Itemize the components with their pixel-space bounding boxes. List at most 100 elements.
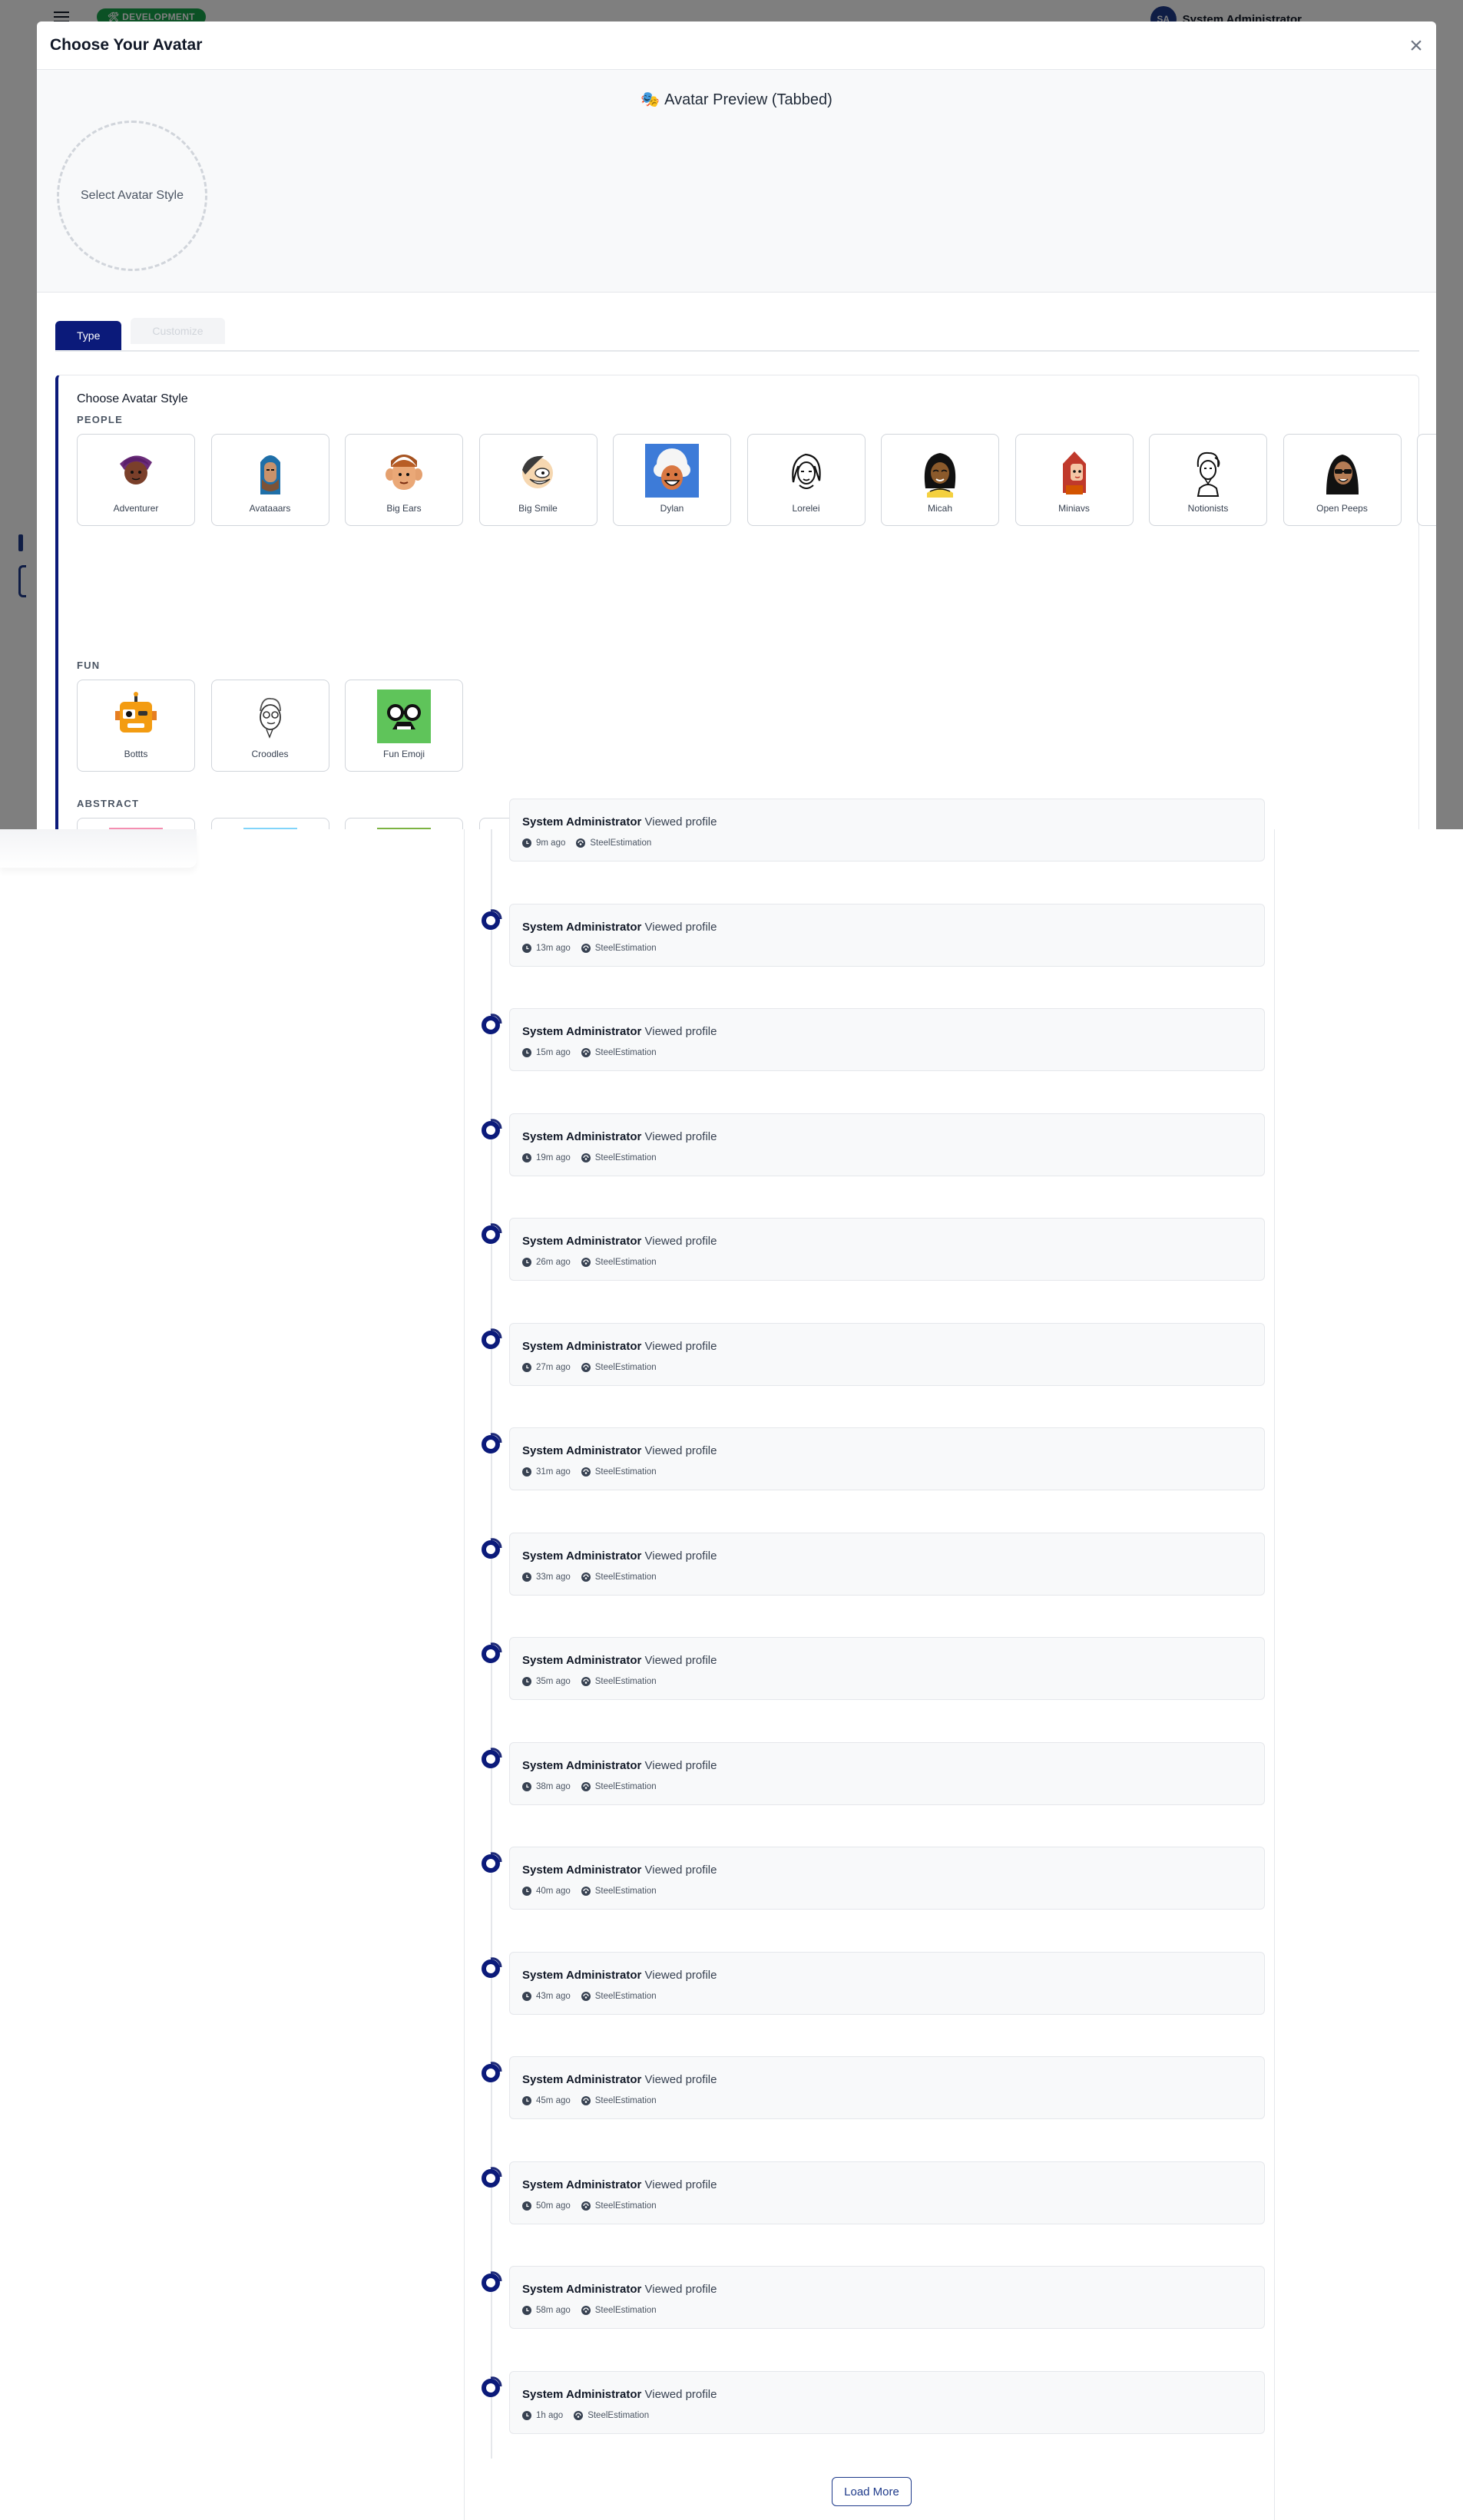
activity-action: Viewed profile bbox=[644, 2283, 717, 2296]
avatar-tabs: Type Customize bbox=[55, 318, 1419, 352]
activity-user: System Administrator bbox=[522, 2073, 642, 2086]
activity-org: SteelEstimation bbox=[594, 1467, 657, 1477]
activity-meta: 31m ago SteelEstimation bbox=[522, 1467, 657, 1477]
activity-action: Viewed profile bbox=[644, 1444, 717, 1457]
avatar-style-card-lorelei[interactable]: Lorelei bbox=[746, 434, 866, 526]
avatar-style-card-big-smile[interactable]: Big Smile bbox=[478, 434, 597, 526]
activity-time: 58m ago bbox=[536, 2306, 571, 2315]
activity-headline: System Administrator Viewed profile bbox=[522, 1549, 717, 1563]
avatar-style-name: Adventurer bbox=[113, 503, 159, 514]
avatar-style-name: Open Peeps bbox=[1316, 503, 1368, 514]
modal-title: Choose Your Avatar bbox=[50, 36, 203, 54]
avatar-style-name: Notionists bbox=[1187, 503, 1229, 514]
panel-title: Choose Avatar Style bbox=[77, 392, 188, 405]
category-label-abstract: ABSTRACT bbox=[77, 798, 140, 809]
activity-time: 19m ago bbox=[536, 1153, 571, 1162]
activity-action: Viewed profile bbox=[644, 1968, 717, 1982]
activity-card: System Administrator Viewed profile 38m a… bbox=[509, 1741, 1265, 1805]
avatar-style-name: Big Smile bbox=[518, 503, 558, 514]
activity-meta: 38m ago SteelEstimation bbox=[522, 1781, 657, 1791]
activity-user: System Administrator bbox=[522, 1758, 642, 1772]
modal-header: Choose Your Avatar × bbox=[37, 21, 1436, 70]
open-peeps-avatar-icon bbox=[1316, 444, 1369, 498]
activity-user: System Administrator bbox=[522, 1129, 642, 1143]
timeline-dot-icon bbox=[480, 1956, 503, 1979]
organization-icon bbox=[581, 943, 591, 953]
activity-action: Viewed profile bbox=[644, 2073, 717, 2086]
avatar-style-card-personas[interactable]: Personas bbox=[1417, 434, 1436, 526]
activity-user: System Administrator bbox=[522, 920, 642, 934]
organization-icon bbox=[581, 1572, 591, 1582]
activity-time: 40m ago bbox=[536, 1887, 571, 1896]
avatar-style-card-avataaars[interactable]: Avataaars bbox=[210, 434, 329, 526]
load-more-button[interactable]: Load More bbox=[832, 2477, 912, 2506]
activity-org: SteelEstimation bbox=[594, 1991, 657, 2001]
activity-card: System Administrator Viewed profile 33m a… bbox=[509, 1532, 1265, 1596]
avatar-style-card-adventurer[interactable]: Adventurer bbox=[77, 434, 195, 526]
clock-icon bbox=[522, 838, 531, 848]
activity-org: SteelEstimation bbox=[594, 1153, 657, 1162]
activity-card: System Administrator Viewed profile 19m a… bbox=[509, 1113, 1265, 1176]
activity-headline: System Administrator Viewed profile bbox=[522, 1235, 717, 1248]
avatar-style-card-bottts[interactable]: Bottts bbox=[77, 680, 195, 772]
micah-avatar-icon bbox=[913, 444, 967, 498]
activity-action: Viewed profile bbox=[644, 1864, 717, 1877]
preview-title: 🎭 Avatar Preview (Tabbed) bbox=[37, 90, 1436, 109]
activity-headline: System Administrator Viewed profile bbox=[522, 1130, 717, 1143]
avatar-style-card-dylan[interactable]: Dylan bbox=[613, 434, 731, 526]
tab-type[interactable]: Type bbox=[55, 321, 122, 350]
activity-card: System Administrator Viewed profile 9m ag… bbox=[509, 799, 1265, 861]
avatar-style-card-miniavs[interactable]: Miniavs bbox=[1015, 434, 1134, 526]
avatar-style-panel: Choose Avatar Style PEOPLE FUN ABSTRACT … bbox=[55, 375, 1436, 829]
organization-icon bbox=[581, 1467, 591, 1477]
abstract-avatar-icon bbox=[243, 828, 297, 829]
avatar-style-card[interactable] bbox=[210, 818, 329, 829]
close-button[interactable]: × bbox=[1405, 35, 1427, 58]
organization-icon bbox=[581, 1781, 591, 1791]
activity-time: 38m ago bbox=[536, 1781, 571, 1791]
organization-icon bbox=[574, 2410, 584, 2420]
avatar-style-card-notionists[interactable]: Notionists bbox=[1149, 434, 1267, 526]
activity-meta: 26m ago SteelEstimation bbox=[522, 1258, 657, 1267]
avatar-modal: Choose Your Avatar × 🎭 Avatar Preview (Ta… bbox=[37, 21, 1436, 829]
avatar-style-card-open-peeps[interactable]: Open Peeps bbox=[1283, 434, 1402, 526]
activity-org: SteelEstimation bbox=[594, 2096, 657, 2105]
activity-action: Viewed profile bbox=[644, 1339, 717, 1353]
activity-time: 35m ago bbox=[536, 1677, 571, 1686]
timeline-dot-icon bbox=[480, 2061, 503, 2084]
activity-meta: 9m ago SteelEstimation bbox=[522, 838, 651, 848]
avatar-style-card[interactable] bbox=[345, 818, 463, 829]
activity-headline: System Administrator Viewed profile bbox=[522, 921, 717, 934]
avatar-style-card[interactable] bbox=[77, 818, 195, 829]
avatar-style-card-big-ears[interactable]: Big Ears bbox=[345, 434, 463, 526]
activity-user: System Administrator bbox=[522, 2178, 642, 2191]
activity-card: System Administrator Viewed profile 13m a… bbox=[509, 903, 1265, 967]
miniavs-avatar-icon bbox=[1048, 444, 1101, 498]
activity-org: SteelEstimation bbox=[594, 2201, 657, 2211]
activity-user: System Administrator bbox=[522, 2283, 642, 2296]
avatar-style-card-croodles[interactable]: Croodles bbox=[210, 680, 329, 772]
avataaars-avatar-icon bbox=[243, 444, 297, 498]
organization-icon bbox=[581, 1153, 591, 1162]
avatar-preview-placeholder: Select Avatar Style bbox=[57, 121, 207, 271]
timeline-dot-icon bbox=[480, 1747, 503, 1770]
activity-time: 43m ago bbox=[536, 1991, 571, 2001]
activity-meta: 35m ago SteelEstimation bbox=[522, 1677, 657, 1686]
activity-headline: System Administrator Viewed profile bbox=[522, 815, 717, 828]
tab-customize[interactable]: Customize bbox=[131, 318, 225, 344]
activity-meta: 19m ago SteelEstimation bbox=[522, 1153, 657, 1162]
activity-org: SteelEstimation bbox=[594, 1258, 657, 1267]
clock-icon bbox=[522, 1467, 531, 1477]
lorelei-avatar-icon bbox=[779, 444, 833, 498]
avatar-style-card-micah[interactable]: Micah bbox=[881, 434, 999, 526]
activity-time: 27m ago bbox=[536, 1362, 571, 1372]
activity-meta: 27m ago SteelEstimation bbox=[522, 1362, 657, 1372]
organization-icon bbox=[581, 1991, 591, 2001]
avatar-style-name: Fun Emoji bbox=[382, 749, 425, 759]
activity-feed: System Administrator Viewed profile 9m ag… bbox=[464, 799, 1275, 2520]
clock-icon bbox=[522, 2096, 531, 2105]
activity-org: SteelEstimation bbox=[594, 1677, 657, 1686]
activity-card: System Administrator Viewed profile 40m a… bbox=[509, 1847, 1265, 1910]
avatar-style-card-fun-emoji[interactable]: Fun Emoji bbox=[345, 680, 463, 772]
activity-action: Viewed profile bbox=[644, 1654, 717, 1667]
